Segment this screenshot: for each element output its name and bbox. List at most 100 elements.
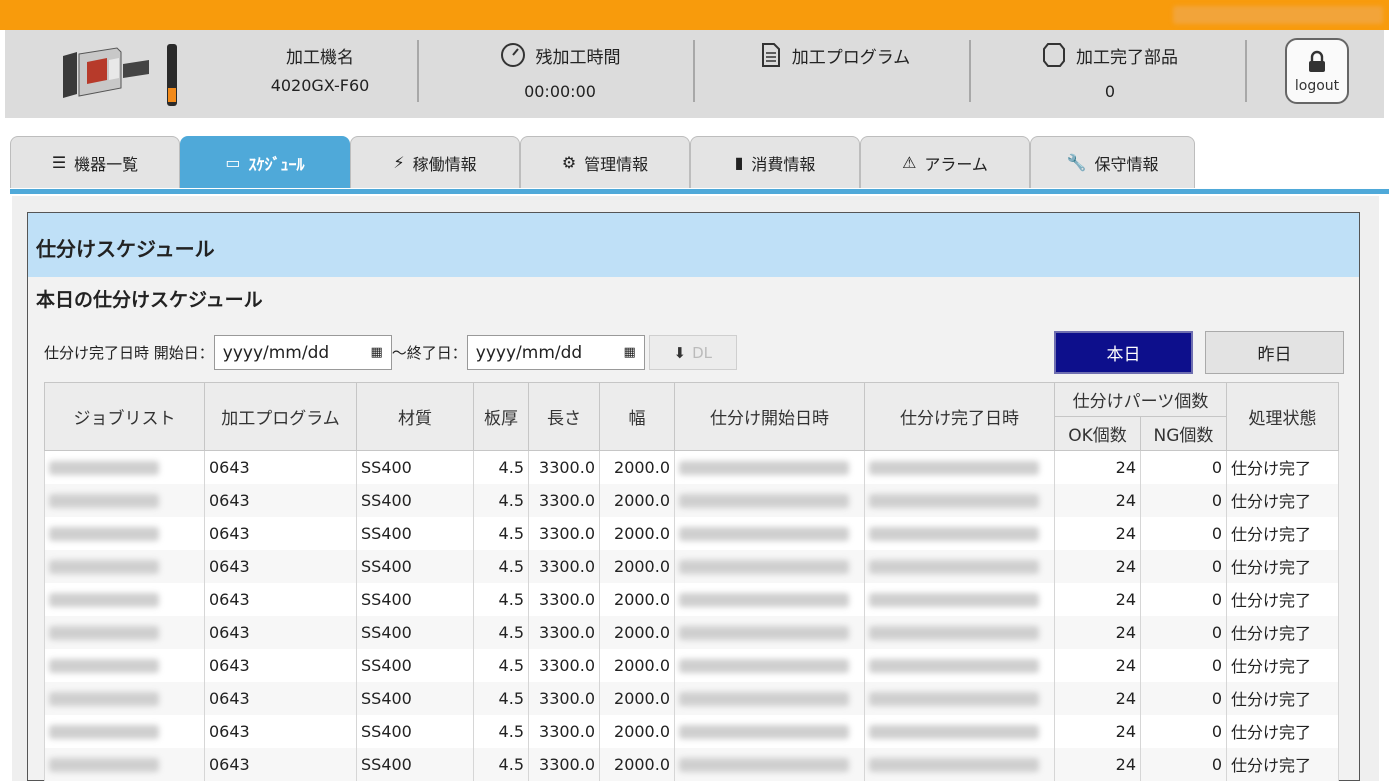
start-date-label: 仕分け完了日時 開始日： — [44, 344, 214, 362]
download-label: DL — [692, 343, 713, 362]
end-time-cell — [864, 483, 1055, 517]
start-time-cell — [674, 714, 865, 748]
tab-maintenance-info[interactable]: 🔧 保守情報 — [1030, 136, 1195, 188]
program-cell: 0643 — [204, 549, 357, 583]
table-row[interactable]: 0643 SS400 4.5 3300.0 2000.0 24 0 仕分け完了 — [44, 615, 1339, 649]
table-row[interactable]: 0643 SS400 4.5 3300.0 2000.0 24 0 仕分け完了 — [44, 681, 1339, 715]
header-width[interactable]: 幅 — [599, 382, 675, 451]
start-time-cell — [674, 516, 865, 550]
material-cell: SS400 — [356, 582, 474, 616]
bolt-icon: ⚡ — [393, 153, 405, 172]
width-cell: 2000.0 — [599, 582, 675, 616]
ok-count-cell: 24 — [1054, 450, 1141, 484]
material-cell: SS400 — [356, 549, 474, 583]
redacted-value — [49, 593, 159, 607]
redacted-value — [679, 494, 849, 508]
program-cell: 0643 — [204, 615, 357, 649]
calendar-icon[interactable]: ▦ — [370, 345, 382, 360]
start-date-input[interactable]: yyyy/mm/dd ▦ — [213, 335, 392, 370]
ok-count-cell: 24 — [1054, 582, 1141, 616]
table-row[interactable]: 0643 SS400 4.5 3300.0 2000.0 24 0 仕分け完了 — [44, 450, 1339, 484]
length-cell: 3300.0 — [528, 714, 600, 748]
material-cell: SS400 — [356, 615, 474, 649]
machine-name-label: 加工機名 — [286, 47, 354, 68]
download-icon: ⬇ — [673, 343, 687, 362]
header-ok-count[interactable]: OK個数 — [1054, 416, 1141, 451]
status-cell: 仕分け完了 — [1226, 615, 1339, 649]
tab-label: 機器一覧 — [74, 154, 139, 174]
length-cell: 3300.0 — [528, 450, 600, 484]
material-cell: SS400 — [356, 681, 474, 715]
start-time-cell — [674, 615, 865, 649]
start-time-cell — [674, 450, 865, 484]
table-row[interactable]: 0643 SS400 4.5 3300.0 2000.0 24 0 仕分け完了 — [44, 483, 1339, 517]
header-job-list[interactable]: ジョブリスト — [44, 382, 205, 451]
status-cell: 仕分け完了 — [1226, 582, 1339, 616]
job-cell — [44, 648, 205, 682]
thickness-cell: 4.5 — [473, 714, 529, 748]
ok-count-cell: 24 — [1054, 648, 1141, 682]
top-bar — [0, 0, 1389, 30]
remaining-time-label: 残加工時間 — [535, 47, 621, 68]
completed-parts-label: 加工完了部品 — [1076, 47, 1178, 68]
program-cell: 0643 — [204, 582, 357, 616]
battery-icon: ▮ — [734, 153, 744, 172]
length-cell: 3300.0 — [528, 582, 600, 616]
width-cell: 2000.0 — [599, 615, 675, 649]
program-cell: 0643 — [204, 483, 357, 517]
download-button[interactable]: ⬇ DL — [648, 335, 737, 370]
start-date-placeholder: yyyy/mm/dd — [222, 342, 330, 363]
redacted-value — [679, 758, 849, 772]
ng-count-cell: 0 — [1140, 450, 1227, 484]
table-row[interactable]: 0643 SS400 4.5 3300.0 2000.0 24 0 仕分け完了 — [44, 582, 1339, 616]
header-thickness[interactable]: 板厚 — [473, 382, 529, 451]
program-cell: 0643 — [204, 714, 357, 748]
redacted-value — [869, 692, 1039, 706]
completed-parts-value: 0 — [1104, 82, 1116, 101]
tab-operation-info[interactable]: ⚡ 稼働情報 — [350, 136, 520, 188]
header-length[interactable]: 長さ — [528, 382, 600, 451]
ng-count-cell: 0 — [1140, 747, 1227, 781]
end-time-cell — [864, 615, 1055, 649]
header-start-time[interactable]: 仕分け開始日時 — [674, 382, 865, 451]
header-status[interactable]: 処理状態 — [1226, 382, 1339, 451]
tab-alarm[interactable]: ⚠ アラーム — [860, 136, 1030, 188]
tab-schedule[interactable]: ▭ ｽｹｼﾞｭｰﾙ — [180, 136, 350, 188]
machine-name-value: 4020GX-F60 — [270, 76, 370, 95]
wrench-icon: 🔧 — [1066, 153, 1087, 172]
width-cell: 2000.0 — [599, 450, 675, 484]
material-cell: SS400 — [356, 648, 474, 682]
gear-icon: ⚙ — [561, 153, 577, 172]
header-program[interactable]: 加工プログラム — [204, 382, 357, 451]
header-material[interactable]: 材質 — [356, 382, 474, 451]
width-cell: 2000.0 — [599, 747, 675, 781]
schedule-panel: 仕分けスケジュール 本日の仕分けスケジュール 仕分け完了日時 開始日： yyyy… — [27, 212, 1360, 781]
end-date-input[interactable]: yyyy/mm/dd ▦ — [466, 335, 645, 370]
machine-logo — [63, 44, 177, 106]
tab-device-list[interactable]: ☰ 機器一覧 — [10, 136, 180, 188]
status-cell: 仕分け完了 — [1226, 714, 1339, 748]
status-cell: 仕分け完了 — [1226, 483, 1339, 517]
calendar-icon[interactable]: ▦ — [624, 345, 636, 360]
tab-consumption-info[interactable]: ▮ 消費情報 — [690, 136, 860, 188]
table-row[interactable]: 0643 SS400 4.5 3300.0 2000.0 24 0 仕分け完了 — [44, 648, 1339, 682]
table-row[interactable]: 0643 SS400 4.5 3300.0 2000.0 24 0 仕分け完了 — [44, 516, 1339, 550]
table-row[interactable]: 0643 SS400 4.5 3300.0 2000.0 24 0 仕分け完了 — [44, 714, 1339, 748]
thickness-cell: 4.5 — [473, 747, 529, 781]
tab-management-info[interactable]: ⚙ 管理情報 — [520, 136, 690, 188]
program-cell: 0643 — [204, 648, 357, 682]
yesterday-button[interactable]: 昨日 — [1205, 331, 1344, 374]
tab-label: 保守情報 — [1094, 154, 1159, 174]
table-row[interactable]: 0643 SS400 4.5 3300.0 2000.0 24 0 仕分け完了 — [44, 549, 1339, 583]
header-end-time[interactable]: 仕分け完了日時 — [864, 382, 1055, 451]
today-button[interactable]: 本日 — [1054, 331, 1193, 374]
logout-button[interactable]: logout — [1285, 38, 1349, 104]
job-cell — [44, 516, 205, 550]
table-row[interactable]: 0643 SS400 4.5 3300.0 2000.0 24 0 仕分け完了 — [44, 747, 1339, 781]
program-block: 加工プログラム — [735, 42, 935, 82]
tab-label: ｽｹｼﾞｭｰﾙ — [248, 154, 305, 174]
tab-label: 稼働情報 — [412, 154, 477, 174]
header-ng-count[interactable]: NG個数 — [1140, 416, 1227, 451]
ok-count-cell: 24 — [1054, 615, 1141, 649]
width-cell: 2000.0 — [599, 714, 675, 748]
